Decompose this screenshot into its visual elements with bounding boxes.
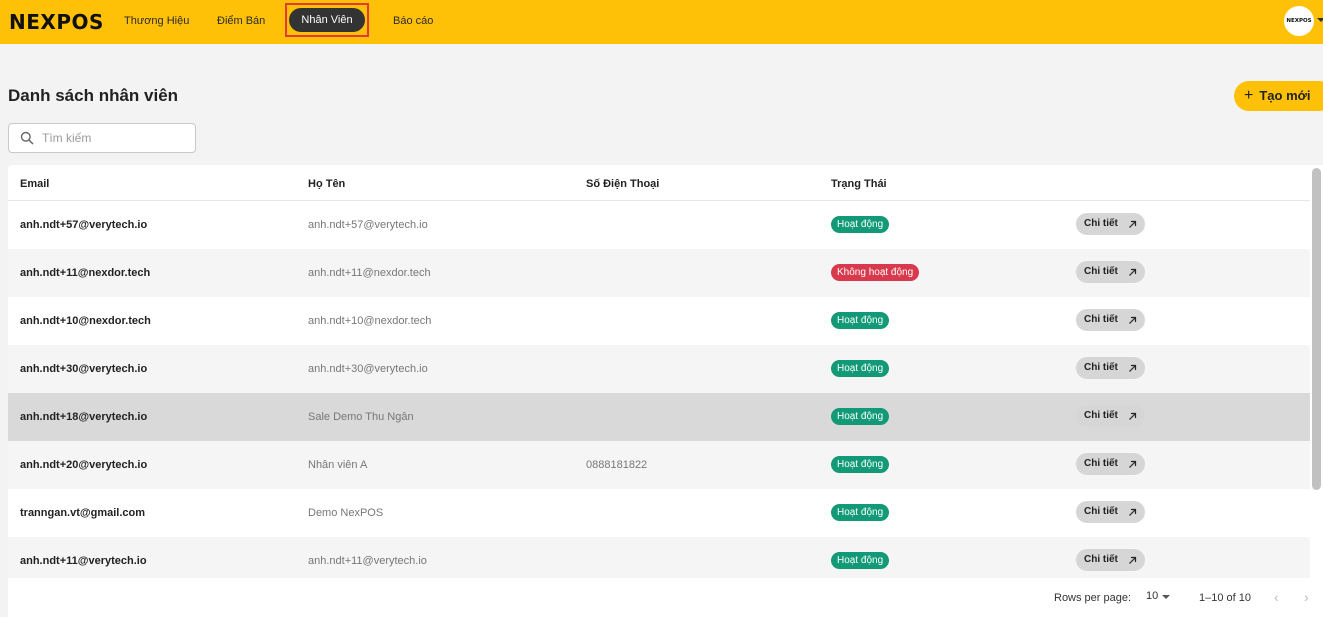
arrow-up-right-icon <box>1129 220 1137 228</box>
pagination-range: 1–10 of 10 <box>1199 592 1251 604</box>
email-cell: anh.ndt+20@verytech.io <box>20 459 148 471</box>
status-badge: Hoạt động <box>831 456 890 473</box>
email-cell: anh.ndt+57@verytech.io <box>20 219 148 231</box>
name-cell: anh.ndt+57@verytech.io <box>308 219 428 231</box>
name-cell: anh.ndt+10@nexdor.tech <box>308 315 432 327</box>
detail-button[interactable]: Chi tiết <box>1076 549 1145 571</box>
detail-button[interactable]: Chi tiết <box>1076 405 1145 427</box>
detail-button[interactable]: Chi tiết <box>1076 309 1145 331</box>
nav-nhan-vien[interactable]: Nhân Viên <box>289 8 365 32</box>
page-title: Danh sách nhân viên <box>8 86 179 105</box>
nav-thuong-hieu[interactable]: Thương Hiệu <box>124 13 189 29</box>
name-cell: Sale Demo Thu Ngân <box>308 411 414 423</box>
column-trang-thai: Trạng Thái <box>831 178 887 190</box>
detail-button-label: Chi tiết <box>1084 506 1118 517</box>
nav-bao-cao[interactable]: Báo cáo <box>393 13 433 29</box>
detail-button-label: Chi tiết <box>1084 266 1118 277</box>
prev-page-icon[interactable]: ‹ <box>1274 589 1279 605</box>
status-badge: Hoạt động <box>831 504 890 521</box>
chevron-down-icon[interactable] <box>1162 595 1170 599</box>
table-row[interactable]: anh.ndt+18@verytech.io Sale Demo Thu Ngân… <box>8 393 1310 441</box>
name-cell: anh.ndt+30@verytech.io <box>308 363 428 375</box>
detail-button-label: Chi tiết <box>1084 218 1118 229</box>
column-email: Email <box>20 178 50 190</box>
name-cell: Demo NexPOS <box>308 507 384 519</box>
arrow-up-right-icon <box>1129 364 1137 372</box>
status-badge: Không hoạt động <box>831 264 920 281</box>
detail-button[interactable]: Chi tiết <box>1076 501 1145 523</box>
employee-table: Email Họ Tên Số Điện Thoại Trạng Thái an… <box>8 165 1323 617</box>
arrow-up-right-icon <box>1129 316 1137 324</box>
column-ho-ten: Họ Tên <box>308 178 346 190</box>
status-badge: Hoạt động <box>831 216 890 233</box>
email-cell: tranngan.vt@gmail.com <box>20 507 146 519</box>
arrow-up-right-icon <box>1129 508 1137 516</box>
detail-button-label: Chi tiết <box>1084 458 1118 469</box>
chevron-down-icon[interactable] <box>1317 18 1323 22</box>
arrow-up-right-icon <box>1129 412 1137 420</box>
create-button-label: Tạo mới <box>1259 88 1311 103</box>
rows-per-page-select[interactable]: 10 <box>1146 589 1158 603</box>
create-button[interactable]: + Tạo mới <box>1234 81 1323 111</box>
status-badge: Hoạt động <box>831 552 890 569</box>
detail-button[interactable]: Chi tiết <box>1076 261 1145 283</box>
nexpos-logo[interactable]: NEXPOS <box>9 9 104 35</box>
arrow-up-right-icon <box>1129 268 1137 276</box>
table-row[interactable]: anh.ndt+30@verytech.io anh.ndt+30@verytec… <box>8 345 1310 393</box>
table-scrollbar[interactable] <box>1312 168 1321 490</box>
table-header: Email Họ Tên Số Điện Thoại Trạng Thái <box>8 165 1310 201</box>
detail-button[interactable]: Chi tiết <box>1076 357 1145 379</box>
status-badge: Hoạt động <box>831 408 890 425</box>
email-cell: anh.ndt+30@verytech.io <box>20 363 148 375</box>
rows-per-page-label: Rows per page: <box>1054 592 1132 604</box>
status-badge: Hoạt động <box>831 312 890 329</box>
detail-button-label: Chi tiết <box>1084 410 1118 421</box>
table-row[interactable]: anh.ndt+57@verytech.io anh.ndt+57@verytec… <box>8 201 1310 249</box>
status-badge: Hoạt động <box>831 360 890 377</box>
search-input[interactable] <box>42 129 187 147</box>
detail-button[interactable]: Chi tiết <box>1076 453 1145 475</box>
email-cell: anh.ndt+11@nexdor.tech <box>20 267 151 279</box>
email-cell: anh.ndt+11@verytech.io <box>20 555 147 567</box>
table-pagination: Rows per page: 10 1–10 of 10 ‹ › <box>8 578 1323 617</box>
plus-icon: + <box>1244 87 1254 104</box>
name-cell: anh.ndt+11@verytech.io <box>308 555 427 567</box>
top-navbar: NEXPOS Thương Hiệu Điểm Bán Nhân Viên Bá… <box>0 0 1323 44</box>
nav-diem-ban[interactable]: Điểm Bán <box>217 13 265 29</box>
name-cell: anh.ndt+11@nexdor.tech <box>308 267 431 279</box>
table-row[interactable]: anh.ndt+20@verytech.io Nhân viên A 0888181… <box>8 441 1310 489</box>
detail-button-label: Chi tiết <box>1084 362 1118 373</box>
email-cell: anh.ndt+18@verytech.io <box>20 411 148 423</box>
search-icon <box>20 131 34 145</box>
name-cell: Nhân viên A <box>308 459 368 471</box>
arrow-up-right-icon <box>1129 460 1137 468</box>
next-page-icon[interactable]: › <box>1304 589 1309 605</box>
phone-cell: 0888181822 <box>586 459 648 471</box>
user-avatar[interactable]: NEXPOS <box>1284 6 1314 36</box>
table-row[interactable]: tranngan.vt@gmail.com Demo NexPOS Hoạt độn… <box>8 489 1310 537</box>
arrow-up-right-icon <box>1129 556 1137 564</box>
search-field[interactable] <box>8 123 196 153</box>
detail-button[interactable]: Chi tiết <box>1076 213 1145 235</box>
column-so-dien-thoai: Số Điện Thoại <box>586 178 660 190</box>
table-row[interactable]: anh.ndt+11@nexdor.tech anh.ndt+11@nexdor.… <box>8 249 1310 297</box>
email-cell: anh.ndt+10@nexdor.tech <box>20 315 151 327</box>
detail-button-label: Chi tiết <box>1084 554 1118 565</box>
table-row[interactable]: anh.ndt+10@nexdor.tech anh.ndt+10@nexdor.… <box>8 297 1310 345</box>
detail-button-label: Chi tiết <box>1084 314 1118 325</box>
